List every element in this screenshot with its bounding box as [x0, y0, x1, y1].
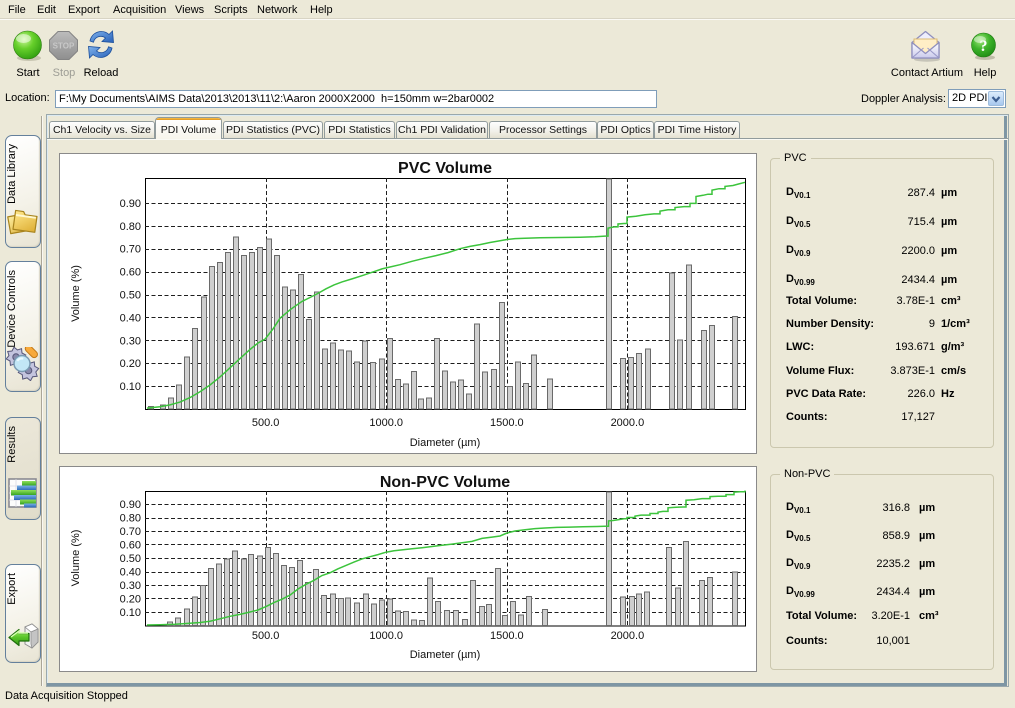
svg-text:0.40: 0.40: [120, 312, 141, 324]
svg-text:STOP: STOP: [53, 42, 75, 51]
svg-text:500.0: 500.0: [252, 417, 280, 429]
svg-text:1500.0: 1500.0: [490, 630, 524, 642]
svg-text:0.50: 0.50: [120, 553, 141, 565]
svg-text:0.80: 0.80: [120, 221, 141, 233]
svg-text:0.70: 0.70: [120, 244, 141, 256]
svg-text:0.30: 0.30: [120, 335, 141, 347]
svg-text:0.10: 0.10: [120, 381, 141, 393]
svg-text:Volume (%): Volume (%): [70, 265, 82, 322]
svg-text:0.10: 0.10: [120, 607, 141, 619]
svg-text:1500.0: 1500.0: [490, 417, 524, 429]
svg-text:0.70: 0.70: [120, 526, 141, 538]
svg-text:1000.0: 1000.0: [369, 417, 403, 429]
svg-text:500.0: 500.0: [252, 630, 280, 642]
svg-text:0.20: 0.20: [120, 594, 141, 606]
svg-text:0.60: 0.60: [120, 540, 141, 552]
svg-text:0.90: 0.90: [120, 198, 141, 210]
svg-text:0.80: 0.80: [120, 513, 141, 525]
svg-text:Diameter (µm): Diameter (µm): [410, 437, 481, 449]
svg-text:0.30: 0.30: [120, 580, 141, 592]
svg-text:0.50: 0.50: [120, 290, 141, 302]
svg-text:Non-PVC Volume: Non-PVC Volume: [380, 474, 510, 491]
svg-text:Diameter (µm): Diameter (µm): [410, 649, 481, 661]
svg-text:0.90: 0.90: [120, 499, 141, 511]
svg-text:0.60: 0.60: [120, 267, 141, 279]
svg-text:2000.0: 2000.0: [611, 417, 645, 429]
svg-text:2000.0: 2000.0: [611, 630, 645, 642]
svg-text:0.20: 0.20: [120, 358, 141, 370]
svg-text:1000.0: 1000.0: [369, 630, 403, 642]
svg-text:Volume (%): Volume (%): [70, 530, 82, 587]
svg-text:0.40: 0.40: [120, 567, 141, 579]
svg-text:PVC Volume: PVC Volume: [398, 160, 492, 177]
svg-text:?: ?: [980, 38, 988, 55]
